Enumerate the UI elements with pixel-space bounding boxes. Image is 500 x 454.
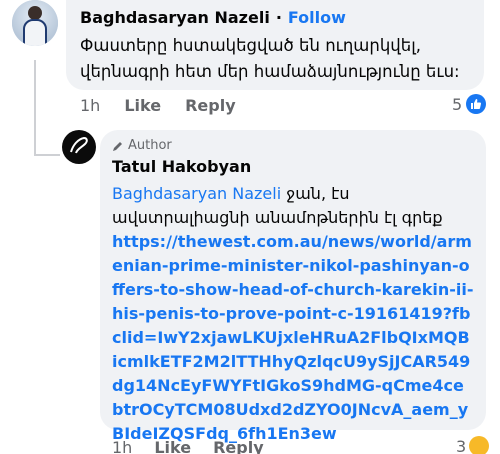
comment-bubble: Baghdasaryan Nazeli · Follow Փաստերը հստ… [66, 0, 484, 90]
author-badge: Author [112, 138, 474, 153]
reply-button[interactable]: Reply [185, 96, 236, 115]
mention-link[interactable]: Baghdasaryan Nazeli [112, 184, 281, 203]
url-link[interactable]: https://thewest.com.au/news/world/armeni… [112, 232, 474, 443]
commenter-name[interactable]: Baghdasaryan Nazeli [80, 8, 270, 27]
timestamp[interactable]: 1h [80, 96, 100, 115]
author-badge-label: Author [128, 138, 172, 153]
like-button[interactable]: Like [124, 96, 161, 115]
reaction-count: 3 [456, 436, 467, 454]
comment-text: Փաստերը հստակեցված են ուղարկվել, վերնագր… [80, 36, 460, 81]
thread-connector [34, 154, 60, 156]
reaction-count: 5 [452, 94, 463, 114]
avatar[interactable] [62, 130, 96, 164]
like-button[interactable]: Like [154, 438, 191, 454]
reaction-summary[interactable]: 3 [456, 436, 490, 454]
pencil-icon [113, 141, 122, 151]
like-reaction-icon [466, 94, 487, 114]
separator-dot: · [275, 8, 282, 27]
commenter-name[interactable]: Tatul Hakobyan [112, 157, 474, 176]
thread-line [34, 60, 36, 156]
reaction-summary[interactable]: 5 [452, 94, 487, 114]
comment-actions: 1h Like Reply [80, 96, 236, 115]
timestamp[interactable]: 1h [112, 438, 132, 454]
reply-button[interactable]: Reply [213, 438, 264, 454]
comment-text: Baghdasaryan Nazeli ջան, էս ավստրալիացնի… [112, 182, 474, 446]
follow-button[interactable]: Follow [288, 8, 346, 27]
haha-reaction-icon [469, 436, 490, 454]
avatar[interactable] [12, 0, 58, 46]
comment-actions: 1h Like Reply [112, 438, 264, 454]
reply-bubble: Author Tatul Hakobyan Baghdasaryan Nazel… [100, 130, 486, 443]
